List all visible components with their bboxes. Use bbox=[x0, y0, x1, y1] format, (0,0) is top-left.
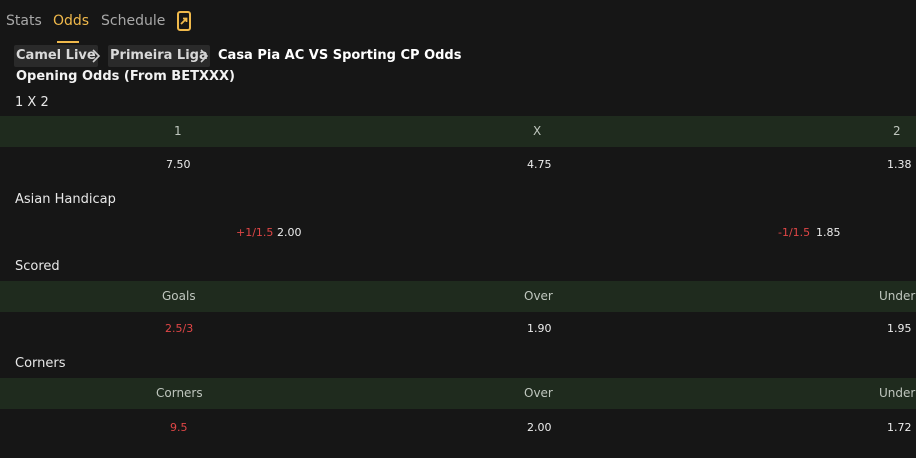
corners-line: 9.5 bbox=[170, 421, 188, 434]
section-title-corners: Corners bbox=[15, 356, 66, 371]
odds-away: 1.38 bbox=[887, 158, 912, 171]
breadcrumb-primeira-liga[interactable]: Primeira Liga bbox=[108, 45, 210, 67]
header-row-1x2: 1 X 2 bbox=[0, 116, 916, 147]
section-title-scored: Scored bbox=[15, 259, 60, 274]
goals-under-odds: 1.95 bbox=[887, 322, 912, 335]
header-away: 2 bbox=[893, 124, 901, 138]
share-icon[interactable] bbox=[176, 11, 192, 31]
page-subtitle: Opening Odds (From BETXXX) bbox=[16, 69, 235, 84]
corners-under-odds: 1.72 bbox=[887, 421, 912, 434]
tab-stats[interactable]: Stats bbox=[6, 13, 42, 29]
active-tab-indicator bbox=[57, 41, 79, 43]
tab-schedule[interactable]: Schedule bbox=[101, 13, 165, 29]
handicap-home-odds: 2.00 bbox=[277, 226, 302, 239]
header-over: Over bbox=[524, 386, 553, 400]
chevron-right-icon bbox=[92, 49, 101, 63]
header-under: Under bbox=[879, 289, 916, 303]
corners-over-odds: 2.00 bbox=[527, 421, 552, 434]
header-corners: Corners bbox=[156, 386, 203, 400]
tab-odds[interactable]: Odds bbox=[53, 13, 89, 29]
top-tabs: Stats Odds Schedule bbox=[0, 0, 916, 44]
handicap-home-line: +1/1.5 bbox=[236, 226, 274, 239]
header-draw: X bbox=[533, 124, 542, 138]
header-over: Over bbox=[524, 289, 553, 303]
breadcrumb: Camel Live Primeira Liga Casa Pia AC VS … bbox=[14, 45, 914, 67]
handicap-away-line: -1/1.5 bbox=[778, 226, 811, 239]
handicap-away-odds: 1.85 bbox=[816, 226, 841, 239]
header-goals: Goals bbox=[162, 289, 196, 303]
odds-home: 7.50 bbox=[166, 158, 191, 171]
goals-line: 2.5/3 bbox=[165, 322, 194, 335]
header-row-corners: Corners Over Under bbox=[0, 378, 916, 409]
breadcrumb-camel-live[interactable]: Camel Live bbox=[14, 45, 98, 67]
header-home: 1 bbox=[174, 124, 182, 138]
header-under: Under bbox=[879, 386, 916, 400]
breadcrumb-current: Casa Pia AC VS Sporting CP Odds bbox=[218, 48, 462, 63]
header-row-scored: Goals Over Under bbox=[0, 281, 916, 312]
chevron-right-icon bbox=[200, 49, 209, 63]
odds-draw: 4.75 bbox=[527, 158, 552, 171]
goals-over-odds: 1.90 bbox=[527, 322, 552, 335]
section-title-1x2: 1 X 2 bbox=[15, 95, 49, 110]
section-title-asian-handicap: Asian Handicap bbox=[15, 192, 116, 207]
